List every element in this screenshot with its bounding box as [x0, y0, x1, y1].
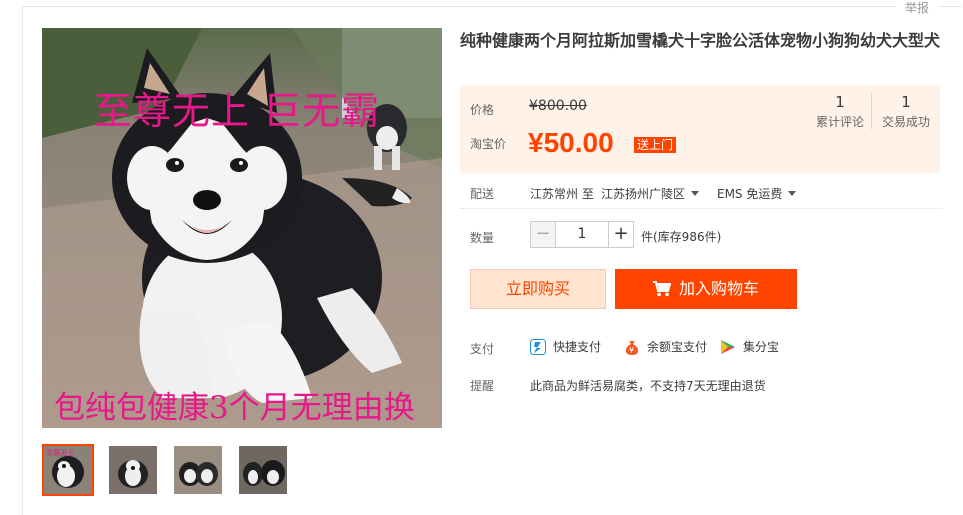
quantity-increase-button[interactable]: +: [608, 221, 634, 248]
price-box: 价格 ¥800.00 淘宝价 ¥50.00 送上门 1 累计评论 1 交易成功: [460, 85, 940, 173]
stat-deals[interactable]: 1 交易成功: [876, 93, 936, 130]
stock-info: 件(库存986件): [641, 230, 722, 244]
payment-jifenbao: 集分宝: [720, 338, 779, 355]
shipping-row: 配送 江苏常州 至 江苏扬州广陵区 EMS 免运费: [470, 185, 940, 201]
shipping-method-dropdown[interactable]: EMS 免运费: [717, 185, 796, 202]
buy-now-button[interactable]: 立即购买: [470, 269, 606, 309]
quick-pay-icon: [530, 338, 546, 355]
quantity-stepper: − 1 +: [530, 221, 634, 248]
stat-reviews-label: 累计评论: [815, 115, 864, 129]
shipping-label: 配送: [470, 187, 495, 201]
stat-reviews[interactable]: 1 累计评论: [810, 93, 870, 130]
image-overlay-top: 至尊无上 巨无霸: [94, 89, 381, 133]
payment-yuebao: ¥ 余额宝支付: [624, 338, 707, 355]
add-to-cart-label: 加入购物车: [678, 279, 759, 298]
shipping-method: EMS 免运费: [717, 187, 783, 201]
image-overlay-bottom: 包纯包健康3个月无理由换: [54, 390, 415, 426]
thumbnail-strip: 至尊无上: [42, 444, 289, 496]
thumbnail-3[interactable]: [172, 444, 224, 496]
cart-icon: [652, 281, 671, 297]
thumbnail-4[interactable]: [237, 444, 289, 496]
payment-quick: 快捷支付: [530, 338, 601, 355]
payment-yuebao-label: 余额宝支付: [647, 340, 708, 354]
stat-deals-label: 交易成功: [881, 115, 930, 129]
payment-jifenbao-label: 集分宝: [743, 340, 780, 354]
shipping-from: 江苏常州 至: [530, 187, 594, 201]
svg-text:至尊无上: 至尊无上: [46, 448, 74, 457]
divider: [460, 208, 942, 209]
report-link[interactable]: 举报: [896, 0, 938, 16]
promo-price: ¥50.00: [528, 127, 614, 158]
svg-text:¥: ¥: [629, 346, 634, 355]
shipping-destination: 江苏扬州广陵区: [601, 187, 686, 201]
main-product-image[interactable]: 至尊无上 巨无霸 包纯包健康3个月无理由换: [42, 28, 442, 428]
quantity-decrease-button[interactable]: −: [530, 221, 556, 248]
thumbnail-1[interactable]: 至尊无上: [42, 444, 94, 496]
money-bag-icon: ¥: [625, 340, 639, 355]
promo-price-label: 淘宝价: [470, 137, 507, 151]
quantity-input[interactable]: 1: [556, 221, 608, 248]
thumbnail-2[interactable]: [107, 444, 159, 496]
jifenbao-icon: [721, 339, 735, 354]
payment-quick-label: 快捷支付: [553, 340, 602, 354]
original-price: ¥800.00: [529, 98, 587, 114]
original-price-label: 价格: [470, 103, 495, 117]
stat-divider: [871, 93, 872, 129]
payment-label: 支付: [470, 342, 495, 356]
notice-label: 提醒: [470, 379, 495, 393]
product-title: 纯种健康两个月阿拉斯加雪橇犬十字脸公活体宠物小狗狗幼犬大型犬: [460, 31, 941, 50]
add-to-cart-button[interactable]: 加入购物车: [615, 269, 797, 309]
stat-reviews-count: 1: [835, 93, 845, 111]
promo-tag: 送上门: [634, 137, 677, 153]
quantity-label: 数量: [470, 231, 495, 245]
notice-text: 此商品为鲜活易腐类，不支持7天无理由退货: [530, 379, 766, 393]
stat-deals-count: 1: [901, 93, 911, 111]
shipping-destination-dropdown[interactable]: 江苏扬州广陵区: [601, 185, 699, 202]
